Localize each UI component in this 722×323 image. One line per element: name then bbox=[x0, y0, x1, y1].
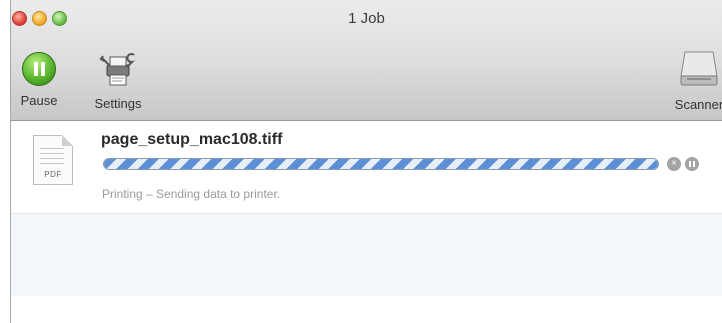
job-progress-bar bbox=[103, 158, 659, 170]
settings-button[interactable]: Settings bbox=[85, 52, 151, 111]
toolbar: 1 Job Pause Settings Scanner bbox=[11, 0, 722, 121]
pause-button[interactable]: Pause bbox=[15, 52, 63, 108]
pause-label: Pause bbox=[20, 93, 58, 108]
stop-icon[interactable]: × bbox=[667, 157, 681, 171]
job-progress-fill bbox=[104, 159, 658, 169]
empty-job-list-area bbox=[11, 214, 722, 296]
scanner-icon bbox=[680, 51, 718, 86]
window-title: 1 Job bbox=[348, 10, 385, 27]
pause-icon bbox=[22, 52, 56, 86]
hold-icon[interactable] bbox=[685, 157, 699, 171]
settings-label: Settings bbox=[94, 96, 142, 111]
print-queue-window: 1 Job Pause Settings Scanner PDF page_se… bbox=[10, 0, 722, 323]
scanner-button[interactable]: Scanner bbox=[670, 46, 722, 112]
document-icon: PDF bbox=[33, 135, 73, 185]
job-status: Printing – Sending data to printer. bbox=[102, 187, 281, 201]
settings-icon bbox=[99, 53, 135, 86]
job-row[interactable]: PDF page_setup_mac108.tiff × Printing – … bbox=[11, 121, 722, 214]
document-type-badge: PDF bbox=[44, 170, 62, 179]
scanner-label: Scanner bbox=[674, 97, 722, 112]
job-name: page_setup_mac108.tiff bbox=[101, 131, 283, 148]
